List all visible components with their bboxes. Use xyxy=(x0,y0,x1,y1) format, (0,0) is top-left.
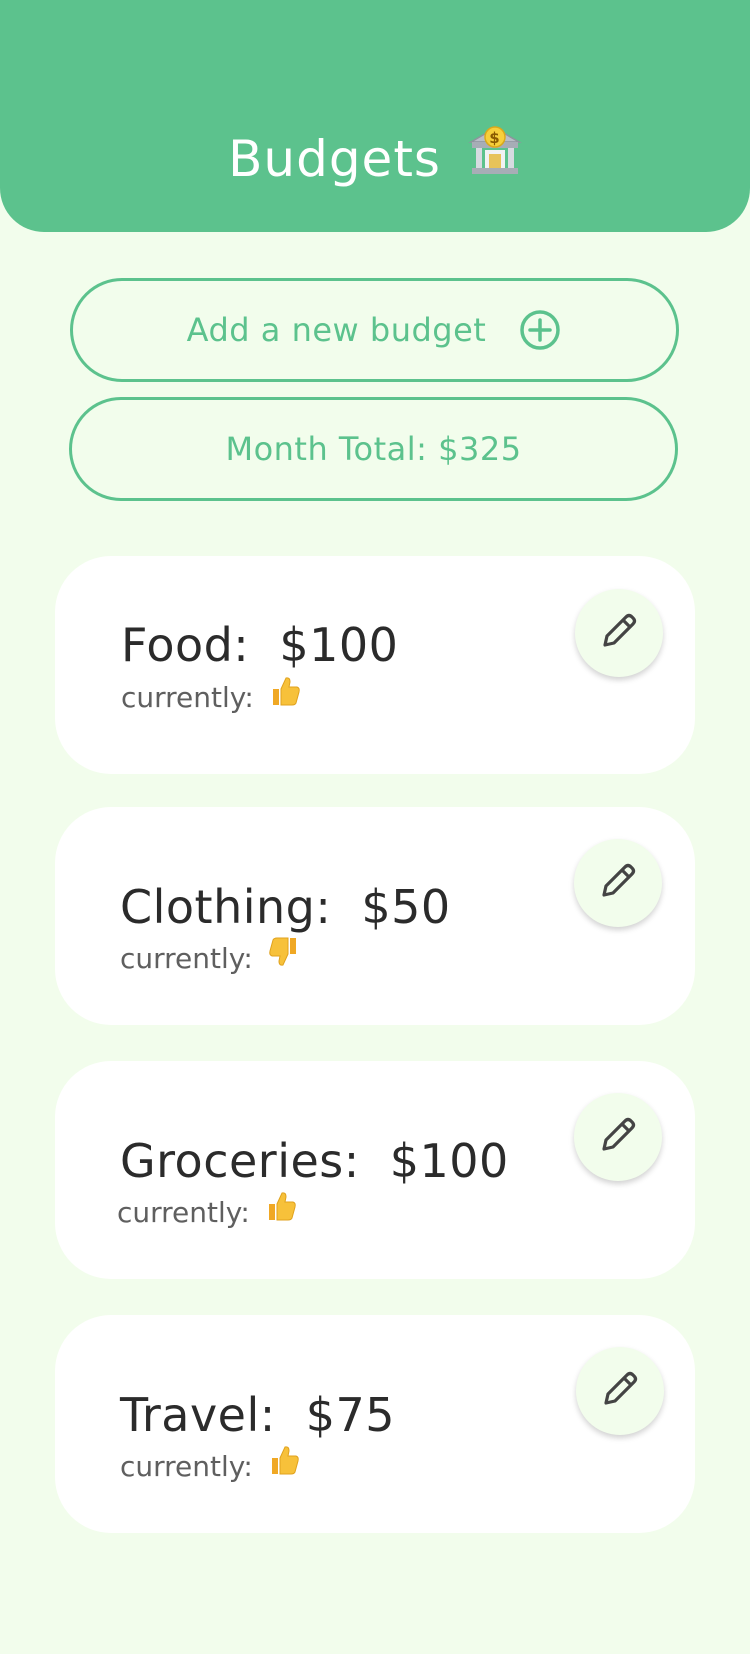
budget-card-groceries: Groceries: $100 currently: xyxy=(55,1061,695,1279)
pencil-icon xyxy=(598,1367,642,1415)
budget-name: Groceries: xyxy=(120,1134,360,1188)
budget-amount: $100 xyxy=(389,1134,509,1188)
budget-status: currently: xyxy=(121,676,301,716)
pencil-icon xyxy=(597,609,641,657)
budget-amount: $75 xyxy=(305,1388,396,1442)
status-label: currently: xyxy=(117,1196,250,1229)
month-total-button[interactable]: Month Total: $325 xyxy=(69,397,678,501)
budget-name: Clothing: xyxy=(120,880,332,934)
page-title-text: Budgets xyxy=(228,130,441,188)
page-title: Budgets $ xyxy=(0,124,750,194)
thumbs-down-icon xyxy=(268,936,300,977)
budget-status: currently: xyxy=(120,937,300,977)
budget-title: Groceries: $100 xyxy=(120,1133,509,1189)
app-header: Budgets $ xyxy=(0,0,750,232)
budget-name: Food: xyxy=(121,618,250,672)
pencil-icon xyxy=(596,1113,640,1161)
budget-title: Food: $100 xyxy=(121,617,398,673)
status-label: currently: xyxy=(121,681,254,714)
plus-circle-icon xyxy=(518,308,562,352)
edit-budget-button[interactable] xyxy=(574,1093,662,1181)
budget-card-clothing: Clothing: $50 currently: xyxy=(55,807,695,1025)
svg-text:$: $ xyxy=(489,129,500,147)
add-budget-label: Add a new budget xyxy=(186,311,487,349)
budget-card-travel: Travel: $75 currently: xyxy=(55,1315,695,1533)
edit-budget-button[interactable] xyxy=(575,589,663,677)
edit-budget-button[interactable] xyxy=(576,1347,664,1435)
thumbs-up-icon xyxy=(268,1444,300,1485)
add-budget-button[interactable]: Add a new budget xyxy=(70,278,679,382)
budget-title: Travel: $75 xyxy=(120,1387,395,1443)
budget-amount: $50 xyxy=(361,880,451,934)
status-label: currently: xyxy=(120,942,253,975)
thumbs-up-icon xyxy=(265,1190,297,1231)
month-total-label: Month Total: $325 xyxy=(225,430,522,468)
budget-amount: $100 xyxy=(279,618,399,672)
budget-title: Clothing: $50 xyxy=(120,879,451,935)
budget-card-food: Food: $100 currently: xyxy=(55,556,695,774)
budget-status: currently: xyxy=(120,1445,300,1485)
edit-budget-button[interactable] xyxy=(574,839,662,927)
bank-icon: $ xyxy=(468,122,522,194)
thumbs-up-icon xyxy=(269,675,301,716)
pencil-icon xyxy=(596,859,640,907)
budget-status: currently: xyxy=(117,1191,297,1231)
status-label: currently: xyxy=(120,1450,253,1483)
budget-name: Travel: xyxy=(120,1388,276,1442)
